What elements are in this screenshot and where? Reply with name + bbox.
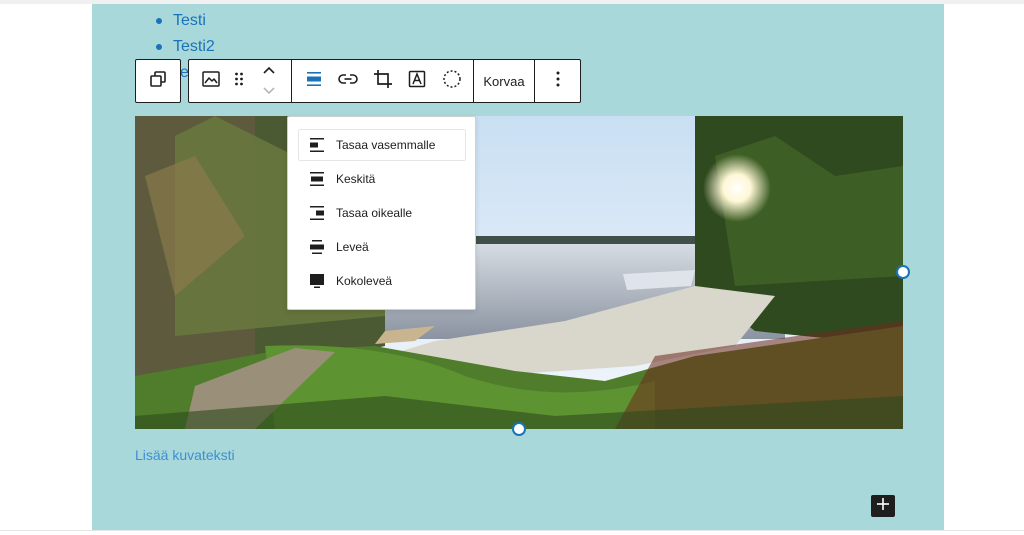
move-down-button[interactable] <box>257 81 281 102</box>
align-menu-item-full-width[interactable]: Kokoleveä <box>298 265 466 297</box>
image-caption-input[interactable]: Lisää kuvateksti <box>135 447 235 463</box>
drag-handle-icon <box>234 71 244 92</box>
align-dropdown-menu: Tasaa vasemmalle Keskitä Tasaa oikealle … <box>287 116 476 310</box>
more-options-button[interactable] <box>535 60 580 102</box>
crop-icon <box>373 69 393 94</box>
image-block[interactable] <box>135 116 903 429</box>
text-overlay-icon <box>408 70 426 93</box>
align-none-icon <box>305 70 323 93</box>
duotone-circle-icon <box>442 69 462 94</box>
link-button[interactable] <box>328 60 368 102</box>
align-menu-item-label: Tasaa oikealle <box>336 206 413 220</box>
more-vertical-icon <box>556 71 560 92</box>
align-menu-item-label: Keskitä <box>336 172 376 186</box>
move-up-button[interactable] <box>257 60 281 81</box>
block-transform-group <box>135 59 181 103</box>
plus-icon <box>877 497 889 515</box>
resize-handle-right[interactable] <box>896 265 910 279</box>
duotone-button[interactable] <box>432 60 472 102</box>
align-right-icon <box>298 197 336 229</box>
block-inserter-button[interactable] <box>871 495 895 517</box>
bottom-border <box>0 530 1024 531</box>
block-toolbar: Korvaa <box>188 59 581 103</box>
list-item[interactable]: Testi <box>154 10 215 36</box>
align-menu-item-wide[interactable]: Leveä <box>298 231 466 263</box>
align-left-icon <box>298 129 336 161</box>
block-transform-icon <box>149 70 167 93</box>
drag-handle[interactable] <box>227 60 251 102</box>
align-menu-item-label: Kokoleveä <box>336 274 393 288</box>
chevron-down-icon <box>262 83 276 101</box>
image-block-icon <box>201 70 221 93</box>
block-transform-button[interactable] <box>136 60 180 102</box>
align-menu-item-label: Tasaa vasemmalle <box>336 138 436 152</box>
align-menu-item-label: Leveä <box>336 240 369 254</box>
resize-handle-bottom[interactable] <box>512 422 526 436</box>
text-overlay-button[interactable] <box>397 60 437 102</box>
align-full-width-icon <box>298 265 336 297</box>
align-menu-item-center[interactable]: Keskitä <box>298 163 466 195</box>
lake-photo <box>135 116 903 429</box>
align-center-icon <box>298 163 336 195</box>
link-icon <box>338 72 358 91</box>
align-menu-item-left[interactable]: Tasaa vasemmalle <box>298 129 466 161</box>
replace-button[interactable]: Korvaa <box>474 60 534 102</box>
align-wide-icon <box>298 231 336 263</box>
chevron-up-icon <box>262 62 276 80</box>
list-block[interactable]: Testi Testi2 <box>154 10 215 62</box>
align-menu-item-right[interactable]: Tasaa oikealle <box>298 197 466 229</box>
